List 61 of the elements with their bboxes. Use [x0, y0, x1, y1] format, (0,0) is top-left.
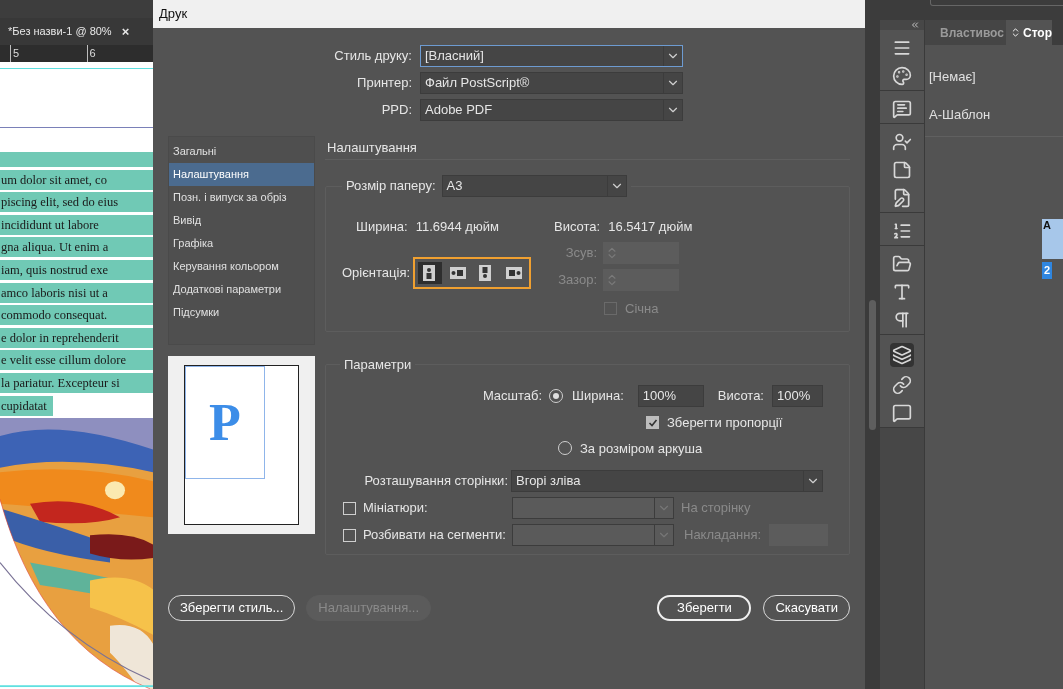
category-item[interactable]: Підсумки: [169, 301, 314, 324]
category-item[interactable]: Вивід: [169, 209, 314, 232]
thumbnails-label: Мініатюри:: [363, 499, 429, 518]
paragraph-icon[interactable]: [892, 310, 912, 330]
collapse-icon[interactable]: [910, 20, 920, 30]
dropdown[interactable]: Файл PostScript®: [420, 72, 683, 94]
field-label: Стиль друку:: [333, 47, 412, 66]
scale-width-field[interactable]: 100%: [637, 385, 704, 407]
paper-size-label: Розмір паперу:: [346, 177, 436, 196]
link-icon[interactable]: [892, 375, 912, 395]
tiling-label: Розбивати на сегменти:: [363, 526, 507, 545]
category-item[interactable]: Графіка: [169, 232, 314, 255]
keep-proportions-label: Зберегти пропорції: [667, 414, 783, 432]
height-value: 16.5417 дюйм: [608, 218, 693, 236]
scale-width-label: Ширина:: [572, 387, 624, 406]
dropdown[interactable]: [Власний]: [420, 45, 683, 67]
category-item[interactable]: Загальні: [169, 140, 314, 163]
document-tab-title[interactable]: *Без назви-1 @ 80%: [8, 23, 112, 40]
page-thumbnail[interactable]: A: [1042, 219, 1063, 259]
dialog-title: Друк: [159, 5, 188, 24]
master-item[interactable]: А-Шаблон: [925, 104, 1063, 124]
scale-label: Масштаб:: [482, 387, 543, 406]
comment-icon[interactable]: [892, 99, 912, 119]
height-label: Висота:: [554, 218, 601, 236]
width-value: 11.6944 дюйм: [415, 218, 499, 236]
scrollbar-thumb[interactable]: [869, 300, 876, 430]
speech-bubble-icon[interactable]: [892, 403, 912, 423]
scale-height-label: Висота:: [717, 387, 764, 406]
person-check-icon[interactable]: [892, 132, 912, 152]
category-item[interactable]: Додаткові параметри: [169, 278, 314, 301]
paper-size-dropdown[interactable]: A3: [441, 175, 627, 197]
letter-icon[interactable]: [892, 282, 912, 302]
field-label: Принтер:: [356, 74, 412, 93]
page-number: 2: [1042, 262, 1053, 279]
section-title: Налаштування: [327, 138, 417, 157]
field-label: PPD:: [380, 101, 412, 120]
width-label: Ширина:: [356, 218, 408, 236]
orientation-button[interactable]: [418, 261, 443, 284]
palette-icon[interactable]: [892, 66, 912, 86]
category-item[interactable]: Позн. і випуск за обріз: [169, 186, 314, 209]
category-item[interactable]: Налаштування: [169, 163, 314, 186]
category-item[interactable]: Керування кольором: [169, 255, 314, 278]
menu-icon[interactable]: [892, 38, 912, 58]
document-pen-icon[interactable]: [892, 188, 912, 208]
folder-icon[interactable]: [892, 254, 912, 274]
close-tab-button[interactable]: ×: [121, 21, 130, 42]
panel-tab[interactable]: Стор: [1005, 20, 1052, 45]
stepper-icon: [605, 245, 619, 260]
scale-height-field[interactable]: 100%: [772, 385, 823, 407]
options-title: Параметри: [344, 357, 412, 372]
checkbox[interactable]: [646, 416, 659, 430]
placement-dropdown[interactable]: Вгорі зліва: [511, 470, 823, 492]
dialog-button[interactable]: Зберегти: [657, 595, 752, 621]
orientation-label: Орієнтація:: [342, 263, 411, 282]
dropdown[interactable]: Adobe PDF: [420, 99, 683, 121]
fit-to-sheet-label: За розміром аркуша: [580, 439, 703, 458]
master-item[interactable]: [Немає]: [925, 67, 1063, 87]
layers-icon[interactable]: [890, 343, 914, 367]
ruler: 5 6: [0, 45, 153, 62]
preview-letter: P: [209, 392, 241, 453]
placement-label: Розташування сторінки:: [364, 472, 508, 491]
